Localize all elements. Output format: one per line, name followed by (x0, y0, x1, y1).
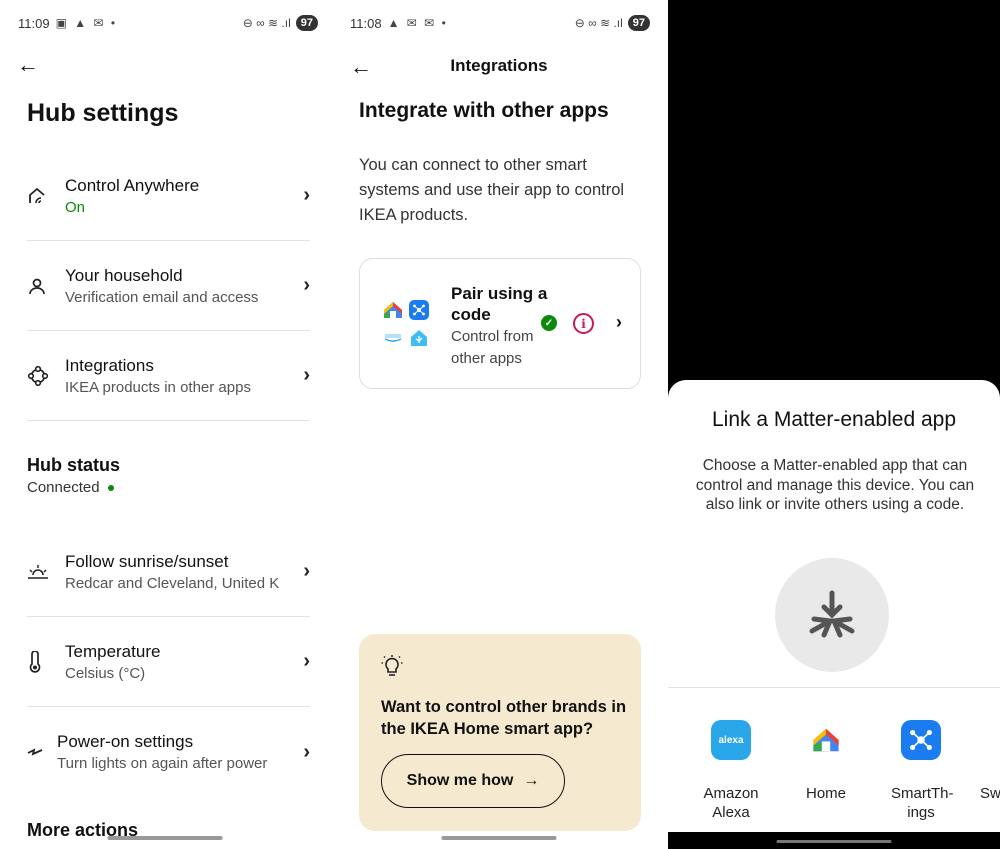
chevron-right-icon: › (303, 740, 310, 763)
status-time: 11:09 (18, 15, 50, 31)
show-me-how-button[interactable]: Show me how → (381, 754, 565, 808)
app-smartthings[interactable]: SmartTh-ings (881, 720, 961, 822)
row-title: Temperature (65, 641, 161, 661)
alexa-icon (383, 328, 403, 348)
matter-logo-icon (775, 558, 889, 672)
power-icon (27, 745, 57, 759)
battery-badge: 97 (627, 15, 650, 31)
chevron-right-icon: › (303, 560, 310, 582)
check-circle-icon: ✓ (541, 315, 557, 331)
status-bar: 11:09 ▣ ▲ ✉ • ⊖ ∞ ≋ .ıl 97 (18, 13, 318, 33)
app-amazon-alexa[interactable]: alexa Amazon Alexa (691, 720, 771, 822)
integrations-screen: 11:08 ▲ ✉ ✉ • ⊖ ∞ ≋ .ıl 97 ← Integration… (336, 0, 662, 849)
battery-badge: 97 (295, 15, 318, 31)
promo-title: Want to control other brands in the IKEA… (381, 698, 627, 738)
row-subtitle: On (65, 198, 86, 216)
sheet-description: Choose a Matter-enabled app that can con… (695, 457, 975, 513)
chevron-right-icon: › (303, 274, 310, 296)
integrations-icon (27, 365, 65, 387)
hub-status-title: Hub status (27, 455, 121, 475)
row-your-household[interactable]: Your household Verification email and ac… (27, 241, 310, 331)
pair-using-code-card[interactable]: Pair using a code Control from other app… (359, 258, 641, 389)
google-home-icon (806, 720, 846, 760)
lightbulb-icon (381, 654, 403, 680)
bottom-sheet: Link a Matter-enabled app Choose a Matte… (668, 380, 1000, 832)
home-indicator[interactable] (776, 840, 892, 843)
chevron-right-icon: › (303, 184, 310, 206)
matter-link-screen: Link a Matter-enabled app Choose a Matte… (668, 0, 1000, 849)
chevron-right-icon: › (616, 312, 622, 332)
divider (668, 687, 1000, 688)
row-control-anywhere[interactable]: Control Anywhere On › (27, 151, 310, 241)
row-title: Integrations (65, 355, 154, 375)
status-time: 11:08 (350, 15, 382, 31)
row-title: Follow sunrise/sunset (65, 551, 229, 571)
status-dot-icon (107, 484, 114, 491)
app-logos (383, 300, 435, 348)
row-power-on[interactable]: Power-on settings Turn lights on again a… (27, 707, 310, 797)
home-indicator[interactable] (107, 836, 223, 840)
row-title: Your household (65, 265, 183, 285)
chevron-right-icon: › (303, 364, 310, 386)
hub-status-value: Connected (27, 479, 114, 496)
row-follow-sunrise[interactable]: Follow sunrise/sunset Redcar and Clevela… (27, 527, 310, 617)
page-title: Integrations (450, 56, 548, 75)
app-label: Sw (980, 785, 1000, 802)
home-indicator[interactable] (441, 836, 557, 840)
hub-settings-screen: 11:09 ▣ ▲ ✉ • ⊖ ∞ ≋ .ıl 97 ← Hub setting… (0, 0, 330, 849)
sheet-title: Link a Matter-enabled app (712, 408, 956, 431)
notification-icons: ▲ ✉ ✉ • (387, 16, 448, 30)
back-arrow-icon[interactable]: ← (17, 52, 39, 78)
row-temperature[interactable]: Temperature Celsius (°C) › (27, 617, 310, 707)
arrow-right-icon: → (523, 772, 540, 789)
remote-access-icon (27, 186, 65, 206)
sunrise-icon (27, 562, 65, 582)
row-title: Control Anywhere (65, 175, 200, 195)
app-label: Amazon Alexa (703, 785, 759, 821)
pair-card-subtitle: Control from other apps (451, 328, 534, 367)
alexa-wordmark: alexa (718, 734, 744, 746)
hub-status-text: Connected (27, 479, 100, 496)
promo-card: Want to control other brands in the IKEA… (359, 634, 641, 831)
page-title: Hub settings (27, 99, 179, 127)
row-subtitle: Verification email and access (65, 288, 259, 306)
google-home-icon (383, 300, 403, 320)
app-label: SmartTh-ings (891, 785, 954, 821)
row-subtitle: IKEA products in other apps (65, 378, 251, 396)
smartthings-icon (409, 300, 429, 320)
row-subtitle: Celsius (°C) (65, 664, 146, 682)
section-description: You can connect to other smart systems a… (359, 156, 625, 224)
row-title: Power-on settings (57, 732, 194, 751)
alexa-icon: alexa (711, 720, 751, 760)
signal-icons: ⊖ ∞ ≋ .ıl (574, 16, 623, 30)
row-subtitle: Turn lights on again after power (57, 755, 268, 772)
signal-icons: ⊖ ∞ ≋ .ıl (242, 16, 291, 30)
smartthings-icon (901, 720, 941, 760)
row-subtitle: Redcar and Cleveland, United K (65, 574, 280, 592)
section-heading: Integrate with other apps (359, 99, 609, 122)
thermometer-icon (27, 650, 65, 673)
status-bar: 11:08 ▲ ✉ ✉ • ⊖ ∞ ≋ .ıl 97 (350, 13, 650, 33)
pair-card-title: Pair using a code (451, 284, 548, 324)
chevron-right-icon: › (303, 650, 310, 672)
person-icon (27, 276, 65, 296)
notification-icons: ▣ ▲ ✉ • (55, 16, 118, 30)
app-google-home[interactable]: Home (786, 720, 866, 803)
info-icon[interactable]: i (573, 313, 594, 334)
row-integrations[interactable]: Integrations IKEA products in other apps… (27, 331, 310, 421)
app-label: Home (805, 785, 846, 802)
home-assistant-icon (409, 328, 429, 348)
app-partial[interactable]: Sw (968, 720, 1000, 803)
button-label: Show me how (406, 772, 514, 789)
